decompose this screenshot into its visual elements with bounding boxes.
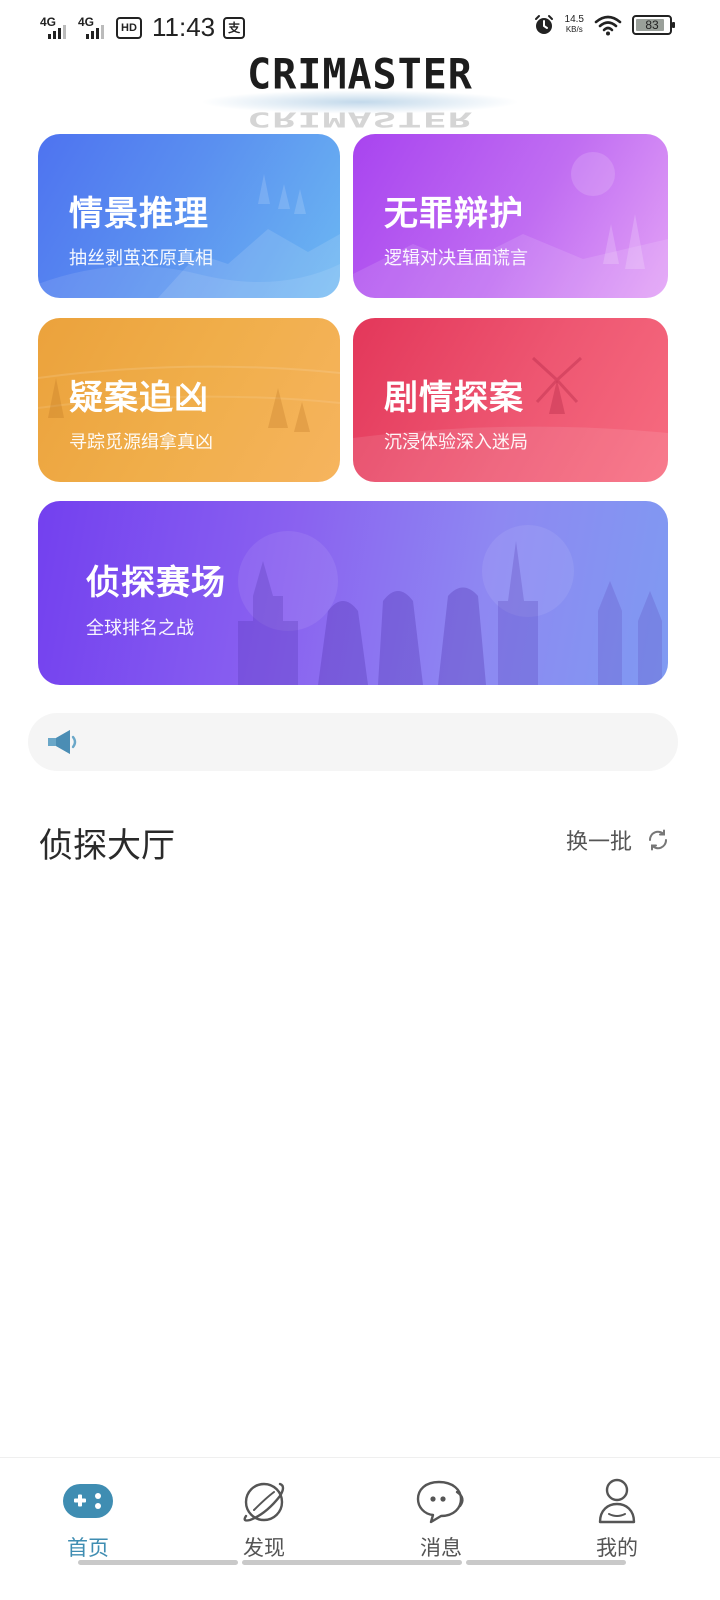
gamepad-icon bbox=[63, 1484, 113, 1518]
gesture-bar-left bbox=[78, 1560, 238, 1565]
card-title: 无罪辩护 bbox=[384, 194, 524, 234]
status-bar: 4G 4G HD 11:43 支 14.5 KB/s 83 bbox=[0, 0, 720, 56]
card-scenario-reasoning[interactable]: 情景推理 抽丝剥茧还原真相 bbox=[38, 134, 340, 298]
tab-label: 发现 bbox=[243, 1536, 285, 1560]
tab-label: 消息 bbox=[420, 1536, 462, 1560]
card-subtitle: 逻辑对决直面谎言 bbox=[384, 248, 528, 269]
megaphone-icon bbox=[48, 730, 77, 754]
logo-text: CRIMASTER bbox=[247, 50, 473, 100]
tab-label: 我的 bbox=[596, 1536, 638, 1560]
card-title: 剧情探案 bbox=[384, 378, 524, 418]
battery-level: 83 bbox=[645, 18, 659, 32]
card-subtitle: 抽丝剥茧还原真相 bbox=[69, 248, 213, 269]
card-mystery-hunt[interactable]: 疑案追凶 寻踪觅源缉拿真凶 bbox=[38, 318, 340, 482]
tab-label: 首页 bbox=[67, 1536, 109, 1560]
alarm-icon bbox=[534, 15, 553, 34]
card-subtitle: 沉浸体验深入迷局 bbox=[384, 432, 528, 453]
card-subtitle: 全球排名之战 bbox=[86, 618, 194, 639]
network-speed: 14.5 KB/s bbox=[565, 15, 584, 35]
refresh-icon bbox=[648, 829, 668, 851]
speed-unit: KB/s bbox=[565, 25, 583, 34]
wifi-icon bbox=[594, 15, 622, 36]
status-left: 4G 4G HD 11:43 支 bbox=[40, 12, 246, 43]
planet-icon bbox=[243, 1482, 285, 1522]
bottom-navigation: 首页 发现 消息 我的 bbox=[0, 1457, 720, 1600]
clock: 11:43 bbox=[152, 12, 216, 42]
announcement-bar[interactable] bbox=[28, 713, 678, 771]
gesture-bar-center bbox=[242, 1560, 462, 1565]
person-icon bbox=[598, 1478, 636, 1524]
card-subtitle: 寻踪觅源缉拿真凶 bbox=[69, 432, 213, 453]
gesture-bar-right bbox=[466, 1560, 626, 1565]
section-title-detective-hall: 侦探大厅 bbox=[39, 826, 175, 866]
speed-value: 14.5 bbox=[564, 14, 584, 25]
refresh-label: 换一批 bbox=[565, 830, 632, 855]
card-story-detective[interactable]: 剧情探案 沉浸体验深入迷局 bbox=[353, 318, 668, 482]
battery-icon: 83 bbox=[632, 15, 675, 35]
refresh-batch-button[interactable]: 换一批 bbox=[566, 824, 670, 856]
signal-icon-1: 4G bbox=[40, 15, 70, 41]
signal-icon-2: 4G bbox=[78, 15, 108, 41]
hd-icon: HD bbox=[116, 16, 142, 39]
status-right: 14.5 KB/s 83 bbox=[533, 14, 675, 36]
chat-icon bbox=[416, 1480, 464, 1524]
app-logo: CRIMASTER CRIMASTER bbox=[200, 50, 520, 132]
card-title: 情景推理 bbox=[69, 194, 209, 234]
alipay-notification-icon: 支 bbox=[223, 16, 246, 39]
card-detective-arena[interactable]: 侦探赛场 全球排名之战 bbox=[38, 501, 668, 685]
card-title: 侦探赛场 bbox=[86, 563, 226, 603]
card-innocent-defense[interactable]: 无罪辩护 逻辑对决直面谎言 bbox=[353, 134, 668, 298]
card-title: 疑案追凶 bbox=[69, 378, 209, 418]
